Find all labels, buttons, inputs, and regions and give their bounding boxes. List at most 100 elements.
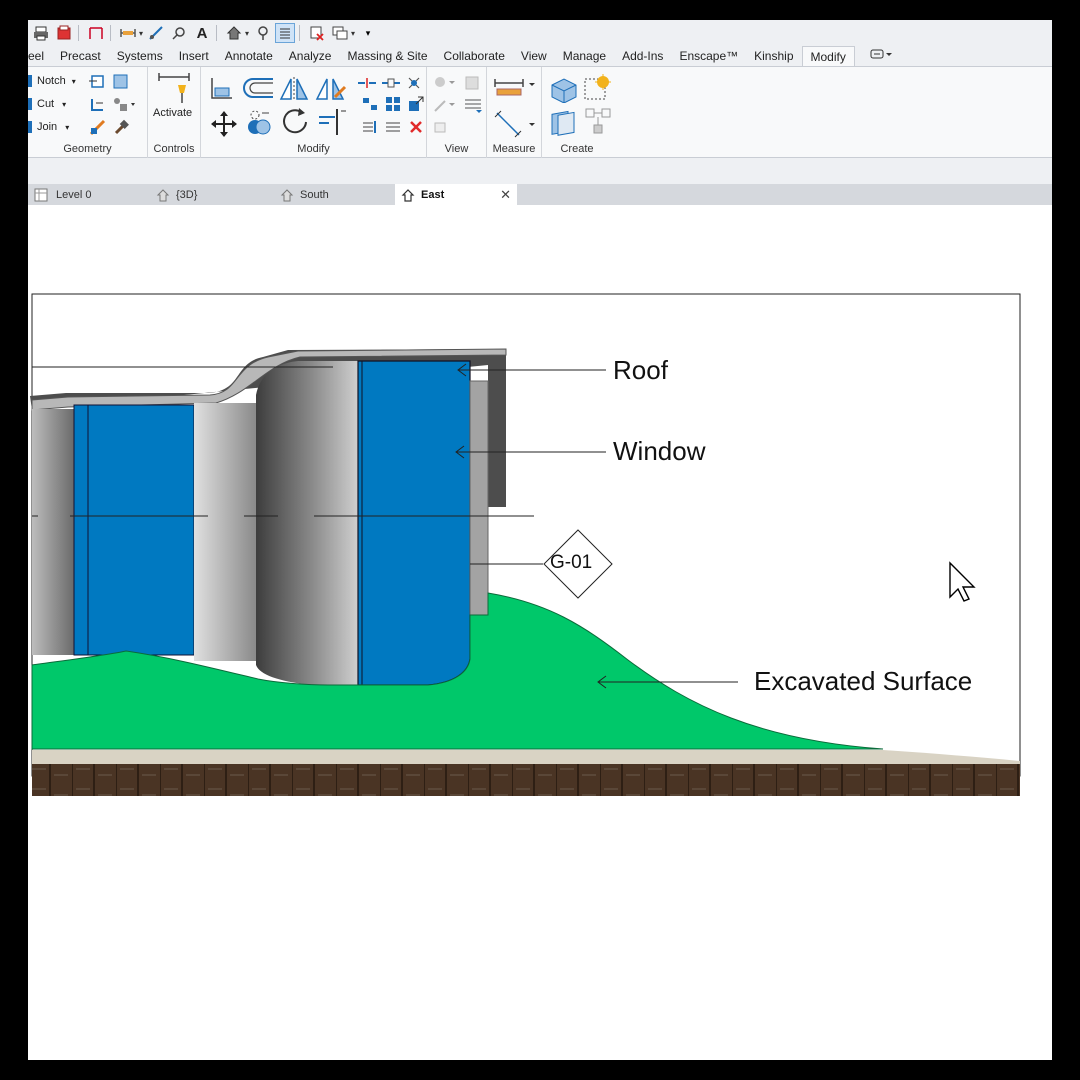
tab-precast[interactable]: Precast xyxy=(52,46,109,66)
tag-icon[interactable] xyxy=(146,23,166,43)
print-icon[interactable] xyxy=(31,23,51,43)
split-face-icon[interactable] xyxy=(89,96,107,114)
3d-view-icon xyxy=(156,188,170,201)
tab-manage[interactable]: Manage xyxy=(555,46,614,66)
aligned-dimension-icon[interactable] xyxy=(493,109,537,139)
cursor-icon xyxy=(949,561,976,602)
split-element-icon[interactable] xyxy=(357,77,377,89)
thin-lines-icon[interactable] xyxy=(275,23,296,43)
mullion xyxy=(469,380,489,622)
create-group-icon[interactable] xyxy=(584,107,612,137)
wireframe-icon[interactable] xyxy=(433,119,449,135)
panel-measure: Measure xyxy=(487,67,542,158)
align-dimension-icon[interactable] xyxy=(118,23,138,43)
offset-icon[interactable] xyxy=(243,75,275,101)
rotate-icon[interactable] xyxy=(281,107,311,137)
override-graphics-icon[interactable] xyxy=(433,75,457,91)
paint-icon[interactable] xyxy=(112,96,136,114)
elevation-view xyxy=(30,293,1021,796)
tab-massing-site[interactable]: Massing & Site xyxy=(339,46,435,66)
tab-annotate[interactable]: Annotate xyxy=(217,46,281,66)
drawing-area[interactable]: Roof Window Excavated Surface G-01 xyxy=(28,205,1052,1060)
tab-systems[interactable]: Systems xyxy=(109,46,171,66)
delete-icon[interactable] xyxy=(408,119,424,135)
activate-icon[interactable] xyxy=(156,71,192,105)
tab-collaborate[interactable]: Collaborate xyxy=(436,46,513,66)
trim-extend-icon[interactable] xyxy=(317,107,347,137)
view-tab-east[interactable]: East ✕ xyxy=(395,184,517,205)
cut-button[interactable]: Cut ▾ xyxy=(28,98,66,110)
revit-window: ▾ A ▾ ▾ ▾ eel Precast Systems Insert Ann… xyxy=(28,20,1052,1060)
tab-analyze[interactable]: Analyze xyxy=(281,46,340,66)
array-icon[interactable] xyxy=(385,96,401,112)
scale-icon[interactable] xyxy=(408,96,424,112)
trim-single-icon[interactable] xyxy=(361,96,379,112)
demolish-icon[interactable] xyxy=(89,119,107,137)
mirror-pick-axis-icon[interactable] xyxy=(279,75,309,103)
tab-view[interactable]: View xyxy=(513,46,555,66)
home-icon[interactable] xyxy=(224,23,244,43)
tab-modify[interactable]: Modify xyxy=(801,46,855,66)
panel-view: View xyxy=(427,67,487,158)
notch-icon xyxy=(28,75,32,87)
switch-windows-icon[interactable] xyxy=(330,23,350,43)
tab-enscape[interactable]: Enscape™ xyxy=(671,46,746,66)
excavated-surface-callout: Excavated Surface xyxy=(754,666,973,696)
customize-toolbar-icon[interactable]: ▾ xyxy=(358,23,378,43)
ribbon-options-button[interactable] xyxy=(855,46,901,66)
panel-geometry: Notch ▾ Cut ▾ Join ▾ Geometry xyxy=(28,67,148,158)
panel-title-create: Create xyxy=(560,143,594,155)
view-tab-3d[interactable]: {3D} xyxy=(150,184,274,205)
view-tabs: Level 0 {3D} South East ✕ xyxy=(28,184,1052,205)
elevation-view-icon xyxy=(280,188,294,201)
tab-insert[interactable]: Insert xyxy=(171,46,217,66)
trim-multiple-icon[interactable] xyxy=(361,119,379,135)
line-weight-icon[interactable] xyxy=(464,97,482,113)
create-similar-icon[interactable] xyxy=(582,73,612,103)
dimension-icon[interactable] xyxy=(169,23,189,43)
window-right xyxy=(357,360,471,686)
mirror-draw-axis-icon[interactable] xyxy=(315,75,347,103)
move-icon[interactable] xyxy=(211,111,237,137)
wall-curved xyxy=(256,361,358,685)
hammer-icon[interactable] xyxy=(112,119,130,137)
close-tab-icon[interactable]: ✕ xyxy=(500,187,511,203)
panel-title-view: View xyxy=(444,143,469,155)
grid-tag-label: G-01 xyxy=(550,552,593,573)
match-type-icon[interactable] xyxy=(385,119,401,135)
align-icon[interactable] xyxy=(209,75,235,101)
elevation-view-icon xyxy=(401,188,415,202)
notch-button[interactable]: Notch ▾ xyxy=(28,75,76,87)
create-assembly-icon[interactable] xyxy=(548,75,578,103)
panel-title-controls: Controls xyxy=(153,143,195,155)
ribbon-panel: Notch ▾ Cut ▾ Join ▾ Geometry Activate C… xyxy=(28,66,1052,158)
tab-kinship[interactable]: Kinship xyxy=(746,46,801,66)
view-tab-level-0[interactable]: Level 0 xyxy=(28,184,154,205)
section-icon[interactable] xyxy=(252,23,272,43)
join-button[interactable]: Join ▾ xyxy=(28,121,69,133)
linework-icon[interactable] xyxy=(433,97,457,113)
tab-add-ins[interactable]: Add-Ins xyxy=(614,46,671,66)
panel-title-measure: Measure xyxy=(492,143,536,155)
roof-callout: Roof xyxy=(613,355,668,385)
panel-title-modify: Modify xyxy=(297,143,330,155)
pin-icon[interactable] xyxy=(406,75,422,91)
text-icon[interactable]: A xyxy=(192,23,212,43)
close-hidden-icon[interactable] xyxy=(307,23,327,43)
measure-icon[interactable] xyxy=(86,23,106,43)
wall-joins-icon[interactable] xyxy=(112,73,130,91)
activate-button[interactable]: Activate xyxy=(153,107,192,119)
cope-icon[interactable] xyxy=(89,73,107,91)
measure-between-icon[interactable] xyxy=(493,75,537,97)
sync-icon[interactable] xyxy=(54,23,74,43)
split-with-gap-icon[interactable] xyxy=(381,77,401,89)
hide-icon[interactable] xyxy=(464,75,480,91)
ribbon-tabs: eel Precast Systems Insert Annotate Anal… xyxy=(28,46,1052,66)
window-callout: Window xyxy=(613,436,706,466)
ribbon-toggle-icon xyxy=(870,49,892,59)
panel-modify: Modify xyxy=(201,67,427,158)
view-tab-south[interactable]: South xyxy=(274,184,396,205)
copy-icon[interactable] xyxy=(246,109,272,137)
create-parts-icon[interactable] xyxy=(548,109,578,139)
tab-steel[interactable]: eel xyxy=(28,46,52,66)
